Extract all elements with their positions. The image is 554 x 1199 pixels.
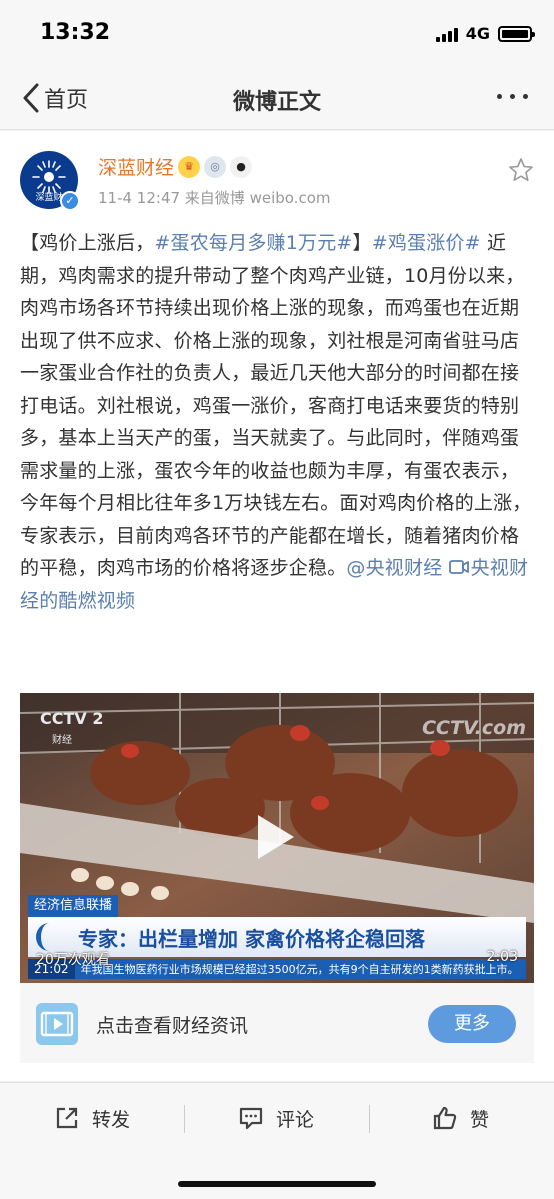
action-bar: 转发 评论 赞 bbox=[0, 1082, 554, 1199]
status-bar: 13:32 4G bbox=[0, 0, 554, 66]
panda-badge-icon[interactable]: ● bbox=[230, 155, 253, 178]
share-icon bbox=[56, 1107, 78, 1129]
nav-bar: 首页 微博正文 bbox=[0, 66, 554, 130]
post-meta: 11-4 12:47 来自微博 weibo.com bbox=[98, 189, 331, 207]
repost-button[interactable]: 转发 bbox=[54, 1103, 130, 1133]
post-text-segment: 近期，鸡肉需求的提升带动了整个肉鸡产业链，10月份以来，肉鸡市场各环节持续出现价… bbox=[20, 232, 532, 579]
topic-link[interactable]: #鸡蛋涨价# bbox=[372, 232, 481, 254]
battery-icon bbox=[498, 25, 535, 42]
video-player[interactable]: CCTV 2 财经 CCTV.com 经济信息联播 专家：出栏量增加 家禽价格将… bbox=[20, 693, 534, 983]
more-icon[interactable] bbox=[497, 94, 528, 99]
thumbs-up-icon bbox=[433, 1106, 457, 1130]
divider bbox=[369, 1105, 370, 1133]
news-headline: 专家：出栏量增加 家禽价格将企稳回落 bbox=[78, 927, 425, 951]
ticker-text: 年我国生物医药行业市场规模已经超过3500亿元，共有9个自主研发的1类新药获批上… bbox=[80, 963, 519, 976]
channel-sub: 财经 bbox=[52, 735, 72, 746]
post-card: 深蓝财 ✓ 深蓝财经 ♛ ◎ ● 11-4 12:47 来自微博 weibo.c… bbox=[0, 131, 554, 1081]
status-indicators: 4G bbox=[435, 24, 535, 43]
medal-badge-icon[interactable]: ◎ bbox=[204, 155, 227, 178]
page-title: 微博正文 bbox=[232, 90, 321, 115]
post-text-segment: 】 bbox=[352, 232, 372, 254]
comment-label: 评论 bbox=[276, 1108, 315, 1131]
view-count: 20万次观看 bbox=[36, 952, 110, 968]
channel-logo: CCTV 2 bbox=[40, 709, 104, 728]
home-indicator[interactable] bbox=[178, 1181, 376, 1187]
author-line: 深蓝财经 ♛ ◎ ● bbox=[98, 153, 253, 180]
promo-card[interactable]: 点击查看财经资讯 更多 bbox=[20, 983, 534, 1063]
video-duration: 2:03 bbox=[486, 949, 518, 965]
post-text-segment: 【鸡价上涨后， bbox=[20, 232, 155, 254]
like-label: 赞 bbox=[470, 1108, 490, 1131]
video-promo-icon bbox=[36, 1003, 78, 1045]
news-tag: 经济信息联播 bbox=[28, 895, 119, 917]
signal-icon bbox=[435, 26, 458, 42]
watermark: CCTV.com bbox=[422, 717, 526, 739]
topic-link[interactable]: #蛋农每月多赚1万元# bbox=[154, 232, 352, 254]
post-text: 【鸡价上涨后，#蛋农每月多赚1万元#】#鸡蛋涨价# 近期，鸡肉需求的提升带动了整… bbox=[20, 227, 534, 617]
verified-icon: ✓ bbox=[60, 191, 80, 211]
promo-label: 点击查看财经资讯 bbox=[96, 1015, 249, 1037]
author-name[interactable]: 深蓝财经 bbox=[98, 153, 174, 180]
repost-label: 转发 bbox=[92, 1108, 131, 1131]
mention-link[interactable]: @央视财经 bbox=[346, 557, 442, 579]
comment-button[interactable]: 评论 bbox=[238, 1103, 314, 1133]
status-time: 13:32 bbox=[40, 20, 111, 45]
network-label: 4G bbox=[465, 24, 490, 43]
more-button[interactable]: 更多 bbox=[428, 1005, 516, 1043]
cctv-banner-icon bbox=[36, 923, 62, 951]
divider bbox=[184, 1105, 185, 1133]
play-icon[interactable] bbox=[258, 815, 294, 859]
like-button[interactable]: 赞 bbox=[432, 1103, 489, 1133]
comment-icon bbox=[239, 1107, 263, 1130]
crown-badge-icon[interactable]: ♛ bbox=[178, 155, 201, 178]
video-link-icon bbox=[448, 560, 469, 574]
star-icon[interactable] bbox=[508, 157, 534, 183]
